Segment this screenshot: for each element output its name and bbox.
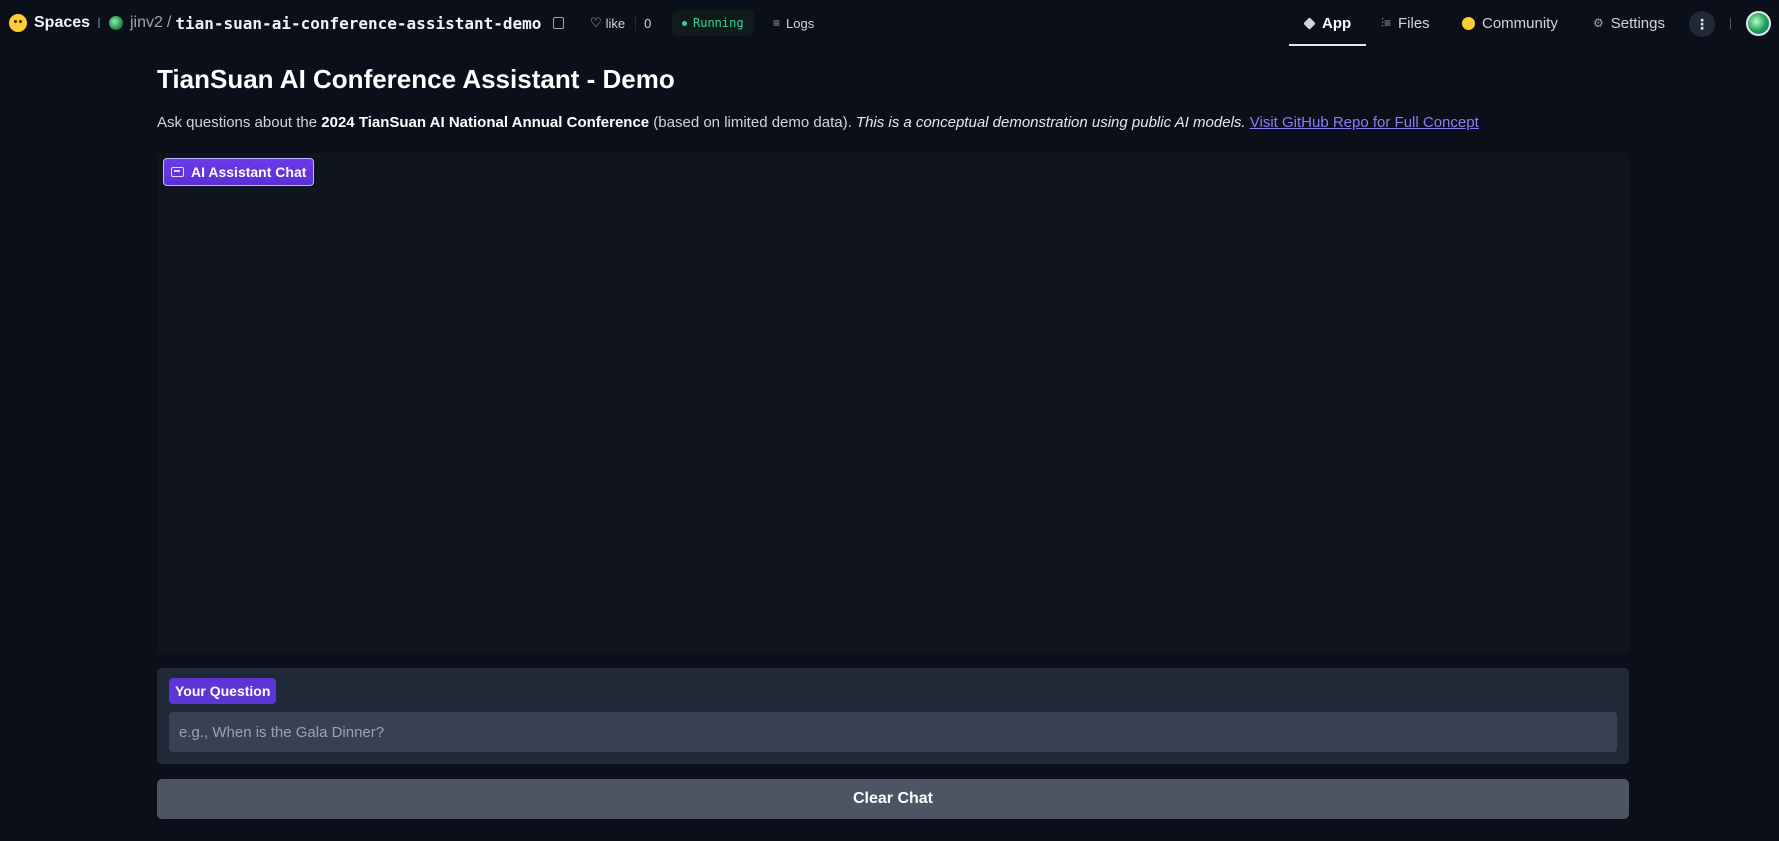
tab-community-label: Community xyxy=(1482,14,1558,32)
question-label: Your Question xyxy=(169,678,277,704)
intro-prefix: Ask questions about the xyxy=(157,114,322,131)
repo-name-link[interactable]: tian-suan-ai-conference-assistant-demo xyxy=(175,14,541,33)
intro-conference-name: 2024 TianSuan AI National Annual Confere… xyxy=(321,114,650,131)
tab-settings[interactable]: ⚙ Settings xyxy=(1593,0,1665,46)
logs-label: Logs xyxy=(786,15,815,31)
intro-middle: (based on limited demo data). xyxy=(649,114,856,131)
nav-divider xyxy=(1730,18,1731,29)
logs-icon: ≡ xyxy=(773,16,781,30)
files-icon: ⫶≡ xyxy=(1381,15,1392,30)
tab-files-label: Files xyxy=(1398,14,1430,32)
like-button[interactable]: ♡ like 0 xyxy=(590,10,651,36)
question-block: Your Question xyxy=(157,668,1629,764)
status-dot-icon xyxy=(682,20,687,26)
intro-text: Ask questions about the 2024 TianSuan AI… xyxy=(157,114,1629,131)
like-label: like xyxy=(605,15,626,31)
repo-path-separator: / xyxy=(166,14,172,31)
question-input[interactable] xyxy=(169,712,1617,752)
repo-breadcrumb: jinv2 / tian-suan-ai-conference-assistan… xyxy=(109,0,565,46)
github-repo-link[interactable]: Visit GitHub Repo for Full Concept xyxy=(1250,114,1479,131)
tab-community[interactable]: Community xyxy=(1462,0,1558,46)
logs-button[interactable]: ≡ Logs xyxy=(773,0,814,46)
chatbot-panel[interactable]: AI Assistant Chat xyxy=(157,153,1629,653)
page-title: TianSuan AI Conference Assistant - Demo xyxy=(157,64,675,94)
cube-icon xyxy=(1303,16,1316,30)
tab-app-label: App xyxy=(1322,14,1352,32)
copy-icon[interactable] xyxy=(553,17,565,29)
status-badge[interactable]: Running xyxy=(672,10,754,36)
owner-avatar-icon xyxy=(109,16,123,30)
more-options-button[interactable]: ⋮ xyxy=(1689,11,1715,37)
like-count[interactable]: 0 xyxy=(635,15,651,31)
tab-settings-label: Settings xyxy=(1610,14,1665,32)
more-icon: ⋮ xyxy=(1695,15,1709,32)
active-tab-indicator xyxy=(1289,44,1366,46)
status-label: Running xyxy=(693,16,744,30)
spaces-brand-link[interactable]: Spaces xyxy=(9,0,90,46)
chatbot-label-text: AI Assistant Chat xyxy=(191,164,307,180)
hugging-face-logo-icon xyxy=(9,14,27,32)
community-icon xyxy=(1462,16,1475,30)
chat-icon xyxy=(171,167,184,177)
tab-files[interactable]: ⫶≡ Files xyxy=(1381,0,1430,46)
breadcrumb-divider xyxy=(98,18,100,28)
chatbot-label: AI Assistant Chat xyxy=(163,158,315,186)
clear-chat-button[interactable]: Clear Chat xyxy=(157,779,1629,819)
gear-icon: ⚙ xyxy=(1593,16,1604,30)
repo-owner-link[interactable]: jinv2 xyxy=(130,14,163,32)
user-avatar[interactable] xyxy=(1746,11,1771,36)
heart-icon: ♡ xyxy=(590,15,602,30)
intro-disclaimer: This is a conceptual demonstration using… xyxy=(855,114,1246,131)
brand-label: Spaces xyxy=(34,14,91,31)
tab-app[interactable]: App xyxy=(1303,0,1352,46)
top-navigation-bar: Spaces jinv2 / tian-suan-ai-conference-a… xyxy=(0,0,1779,46)
